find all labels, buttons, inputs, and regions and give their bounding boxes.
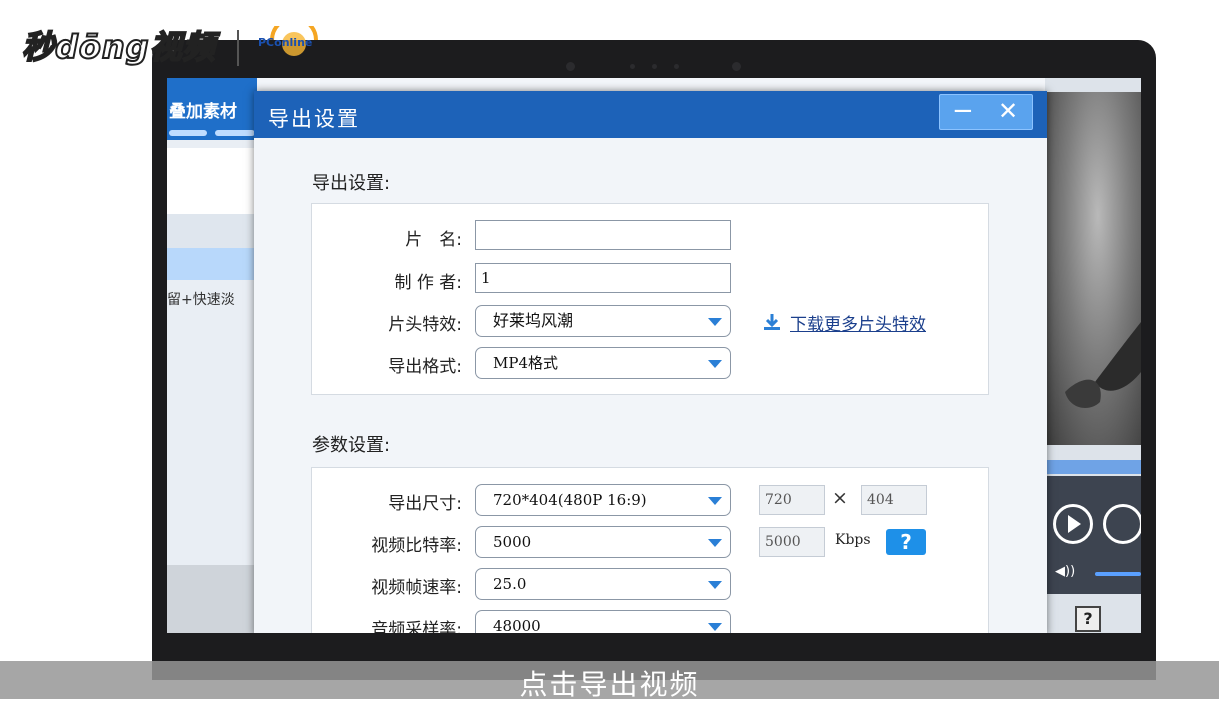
sample-rate-label: 音频采样率: <box>371 620 462 633</box>
chevron-down-icon <box>708 581 722 589</box>
left-panel-header: 叠加素材 <box>167 78 257 140</box>
bitrate-select[interactable]: 5000 <box>475 526 731 558</box>
download-icon[interactable] <box>762 312 782 332</box>
width-field[interactable]: 720 <box>759 485 825 515</box>
volume-icon[interactable]: ◀)) <box>1055 564 1075 579</box>
logo-divider <box>237 30 239 66</box>
author-label: 制 作 者: <box>394 273 462 293</box>
chevron-down-icon <box>708 497 722 505</box>
camera-dot <box>566 62 575 71</box>
fps-select[interactable]: 25.0 <box>475 568 731 600</box>
tab-indicator <box>215 130 255 136</box>
format-label: 导出格式: <box>388 357 462 377</box>
preview-image <box>1045 92 1141 445</box>
export-settings-dialog: 导出设置 − ✕ 导出设置: 片 名: 制 作 者: 1 片头特效: 好莱坞风潮 <box>254 91 1047 633</box>
player-controls: ◀)) <box>1045 476 1141 594</box>
preview-panel: ◀)) ? <box>1045 78 1141 633</box>
chevron-down-icon <box>708 623 722 631</box>
list-item-label: 留+快速淡 <box>167 292 235 308</box>
times-symbol: × <box>832 487 848 509</box>
list-item[interactable] <box>167 148 257 178</box>
camera-dot <box>674 64 679 69</box>
minimize-button[interactable]: − <box>952 95 974 127</box>
chevron-down-icon <box>708 318 722 326</box>
name-label: 片 名: <box>405 230 462 250</box>
list-item[interactable] <box>167 178 257 214</box>
fps-label: 视频帧速率: <box>371 578 462 598</box>
left-panel: 叠加素材 留+快速淡 <box>167 78 257 633</box>
intro-effect-value: 好莱坞风潮 <box>493 311 574 330</box>
bitrate-value: 5000 <box>493 533 532 551</box>
brand-logo: 秒dōng视频 <box>21 27 216 67</box>
pconline-text: PConline <box>258 36 313 49</box>
tab-overlay-material[interactable]: 叠加素材 <box>169 97 237 122</box>
leaf-shadow-image <box>1065 322 1141 408</box>
volume-slider[interactable] <box>1095 572 1141 576</box>
help-button[interactable]: ? <box>1075 606 1101 632</box>
camera-dot <box>630 64 635 69</box>
sample-rate-select[interactable]: 48000 <box>475 610 731 633</box>
name-input[interactable] <box>475 220 731 250</box>
height-field[interactable]: 404 <box>861 485 927 515</box>
stop-button[interactable] <box>1103 504 1141 544</box>
close-button[interactable]: ✕ <box>998 95 1018 127</box>
window-buttons: − ✕ <box>939 94 1033 130</box>
list-item-selected[interactable] <box>167 248 257 280</box>
chevron-down-icon <box>708 539 722 547</box>
timeline-bar[interactable] <box>1045 460 1141 474</box>
size-select[interactable]: 720*404(480P 16:9) <box>475 484 731 516</box>
fps-value: 25.0 <box>493 575 527 593</box>
dialog-body: 导出设置: 片 名: 制 作 者: 1 片头特效: 好莱坞风潮 下载更多片头特效… <box>254 138 1047 633</box>
subtitle-caption: 点击导出视频 <box>519 668 700 701</box>
bitrate-unit: Kbps <box>835 532 871 548</box>
play-button[interactable] <box>1053 504 1093 544</box>
list-item[interactable] <box>167 214 257 248</box>
chevron-down-icon <box>708 360 722 368</box>
params-settings-group: 导出尺寸: 720*404(480P 16:9) 720 × 404 视频比特率… <box>311 467 989 633</box>
bitrate-help-button[interactable]: ? <box>886 529 926 555</box>
export-section-heading: 导出设置: <box>312 173 391 194</box>
params-section-heading: 参数设置: <box>312 435 391 456</box>
camera-dot <box>732 62 741 71</box>
intro-effect-select[interactable]: 好莱坞风潮 <box>475 305 731 337</box>
left-panel-footer <box>167 565 257 633</box>
download-more-effects-link[interactable]: 下载更多片头特效 <box>790 310 926 335</box>
bitrate-label: 视频比特率: <box>371 536 462 556</box>
size-value: 720*404(480P 16:9) <box>493 491 647 509</box>
size-label: 导出尺寸: <box>388 494 462 514</box>
format-select[interactable]: MP4格式 <box>475 347 731 379</box>
tab-indicator <box>169 130 207 136</box>
export-settings-group: 片 名: 制 作 者: 1 片头特效: 好莱坞风潮 下载更多片头特效 导出格式:… <box>311 203 989 395</box>
camera-dot <box>652 64 657 69</box>
bitrate-field[interactable]: 5000 <box>759 527 825 557</box>
author-input[interactable]: 1 <box>475 263 731 293</box>
format-value: MP4格式 <box>493 354 558 372</box>
sample-rate-value: 48000 <box>493 617 541 633</box>
dialog-title: 导出设置 <box>268 107 360 131</box>
intro-effect-label: 片头特效: <box>388 315 462 335</box>
app-screen: 叠加素材 留+快速淡 ◀)) ? 导出设置 − ✕ 导出设置: 片 名: 制 作… <box>167 78 1141 633</box>
